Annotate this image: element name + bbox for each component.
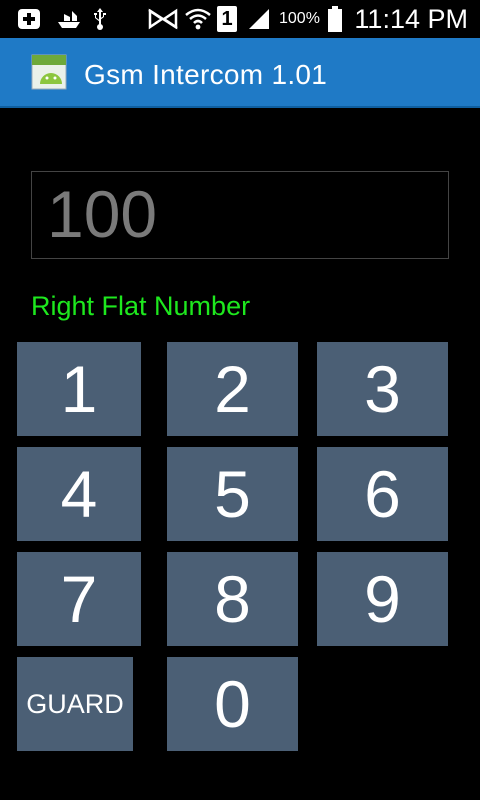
key-6[interactable]: 6 [317, 447, 448, 541]
app-title: Gsm Intercom 1.01 [84, 59, 328, 90]
android-app-icon[interactable] [31, 54, 67, 90]
mute-icon [146, 6, 180, 32]
action-bar: Gsm Intercom 1.01 [0, 38, 480, 108]
key-9[interactable]: 9 [317, 552, 448, 646]
sim-1-icon: 1 [216, 6, 238, 32]
battery-icon [326, 6, 344, 32]
key-2[interactable]: 2 [167, 342, 298, 436]
hint-label: Right Flat Number [31, 291, 251, 321]
battery-percent: 100% [279, 10, 320, 27]
ship-icon [56, 6, 82, 32]
key-5[interactable]: 5 [167, 447, 298, 541]
signal-icon [246, 6, 272, 32]
sim-label: 1 [217, 6, 237, 32]
key-7[interactable]: 7 [17, 552, 141, 646]
clock: 11:14 PM [354, 4, 468, 34]
wifi-icon [184, 6, 212, 32]
guard-button[interactable]: GUARD [17, 657, 133, 751]
key-8[interactable]: 8 [167, 552, 298, 646]
key-3[interactable]: 3 [317, 342, 448, 436]
add-icon [16, 6, 42, 32]
usb-icon [90, 6, 110, 32]
number-display[interactable]: 100 [31, 171, 449, 259]
key-0[interactable]: 0 [167, 657, 298, 751]
number-display-value: 100 [47, 177, 158, 251]
key-4[interactable]: 4 [17, 447, 141, 541]
key-1[interactable]: 1 [17, 342, 141, 436]
status-bar: 1 100% 11:14 PM [0, 0, 480, 38]
